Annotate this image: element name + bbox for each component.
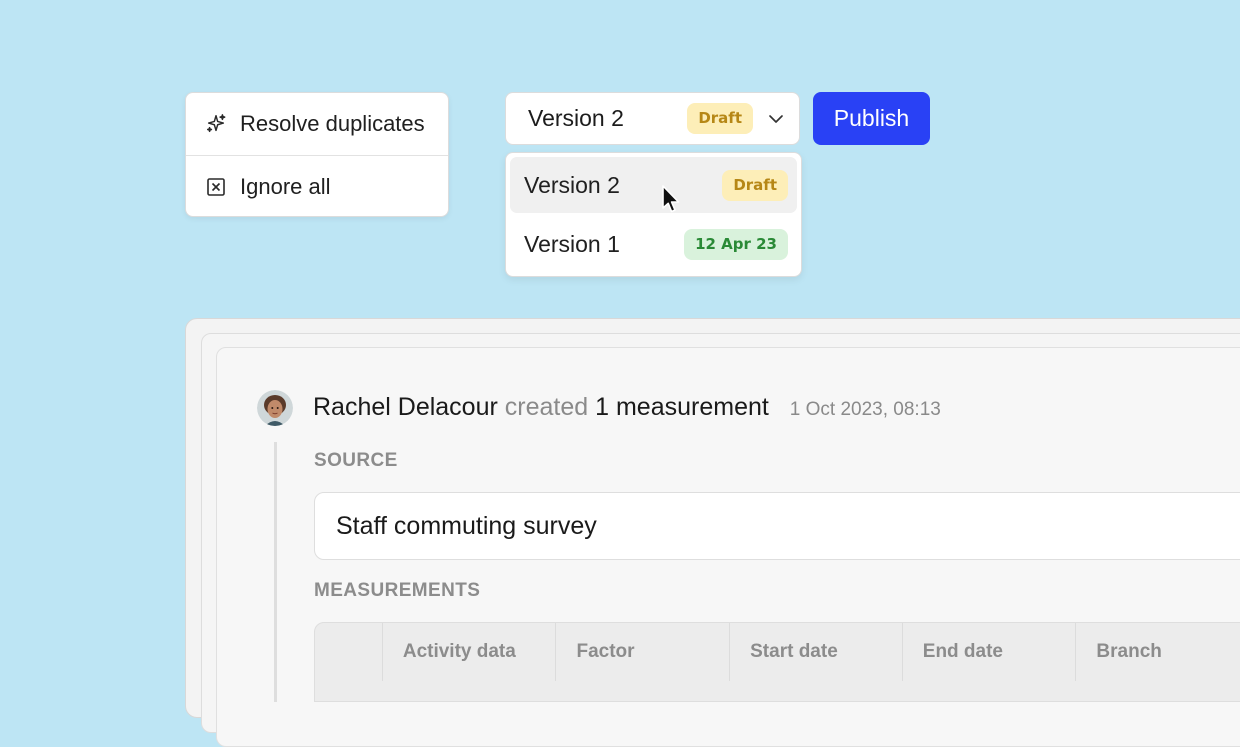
table-header-factor[interactable]: Factor: [556, 623, 731, 681]
version-select-value: Version 2: [528, 105, 624, 131]
draft-badge: Draft: [687, 103, 753, 134]
mouse-cursor-icon: [662, 185, 680, 213]
ignore-all-item[interactable]: Ignore all: [186, 155, 448, 218]
actions-menu: Resolve duplicates Ignore all: [185, 92, 449, 217]
ignore-all-label: Ignore all: [240, 174, 331, 199]
draft-badge: Draft: [722, 169, 788, 201]
source-label: SOURCE: [314, 450, 398, 471]
measurements-label: MEASUREMENTS: [314, 580, 481, 601]
chevron-down-icon[interactable]: [765, 108, 787, 130]
table-header-select: [315, 623, 383, 681]
timeline-line: [274, 442, 277, 702]
x-square-icon: [205, 176, 227, 198]
version-option-label: Version 1: [524, 230, 620, 257]
activity-object: 1 measurement: [595, 393, 769, 421]
version-option-label: Version 2: [524, 171, 620, 198]
date-badge: 12 Apr 23: [684, 228, 788, 260]
sparkle-icon: [205, 113, 227, 135]
version-select[interactable]: Version 2 Draft: [505, 92, 800, 145]
activity-timestamp: 1 Oct 2023, 08:13: [789, 399, 941, 420]
table-header-end-date[interactable]: End date: [903, 623, 1077, 681]
source-value: Staff commuting survey: [336, 511, 597, 540]
activity-summary: Rachel Delacour created 1 measurement 1 …: [313, 393, 941, 422]
source-field[interactable]: Staff commuting survey: [314, 492, 1240, 560]
table-header-activity-data[interactable]: Activity data: [383, 623, 557, 681]
publish-button[interactable]: Publish: [813, 92, 930, 145]
resolve-duplicates-item[interactable]: Resolve duplicates: [186, 93, 448, 155]
version-option-2[interactable]: Version 2 Draft: [510, 157, 797, 213]
resolve-duplicates-label: Resolve duplicates: [240, 111, 425, 136]
table-header-branch[interactable]: Branch: [1076, 623, 1240, 681]
version-option-1[interactable]: Version 1 12 Apr 23: [510, 216, 797, 272]
activity-verb: created: [504, 393, 589, 421]
measurements-table: Activity data Factor Start date End date…: [314, 622, 1240, 702]
version-dropdown-list: Version 2 Draft Version 1 12 Apr 23: [505, 152, 802, 277]
table-header-start-date[interactable]: Start date: [730, 623, 903, 681]
avatar: [257, 390, 293, 426]
activity-user[interactable]: Rachel Delacour: [313, 393, 498, 421]
